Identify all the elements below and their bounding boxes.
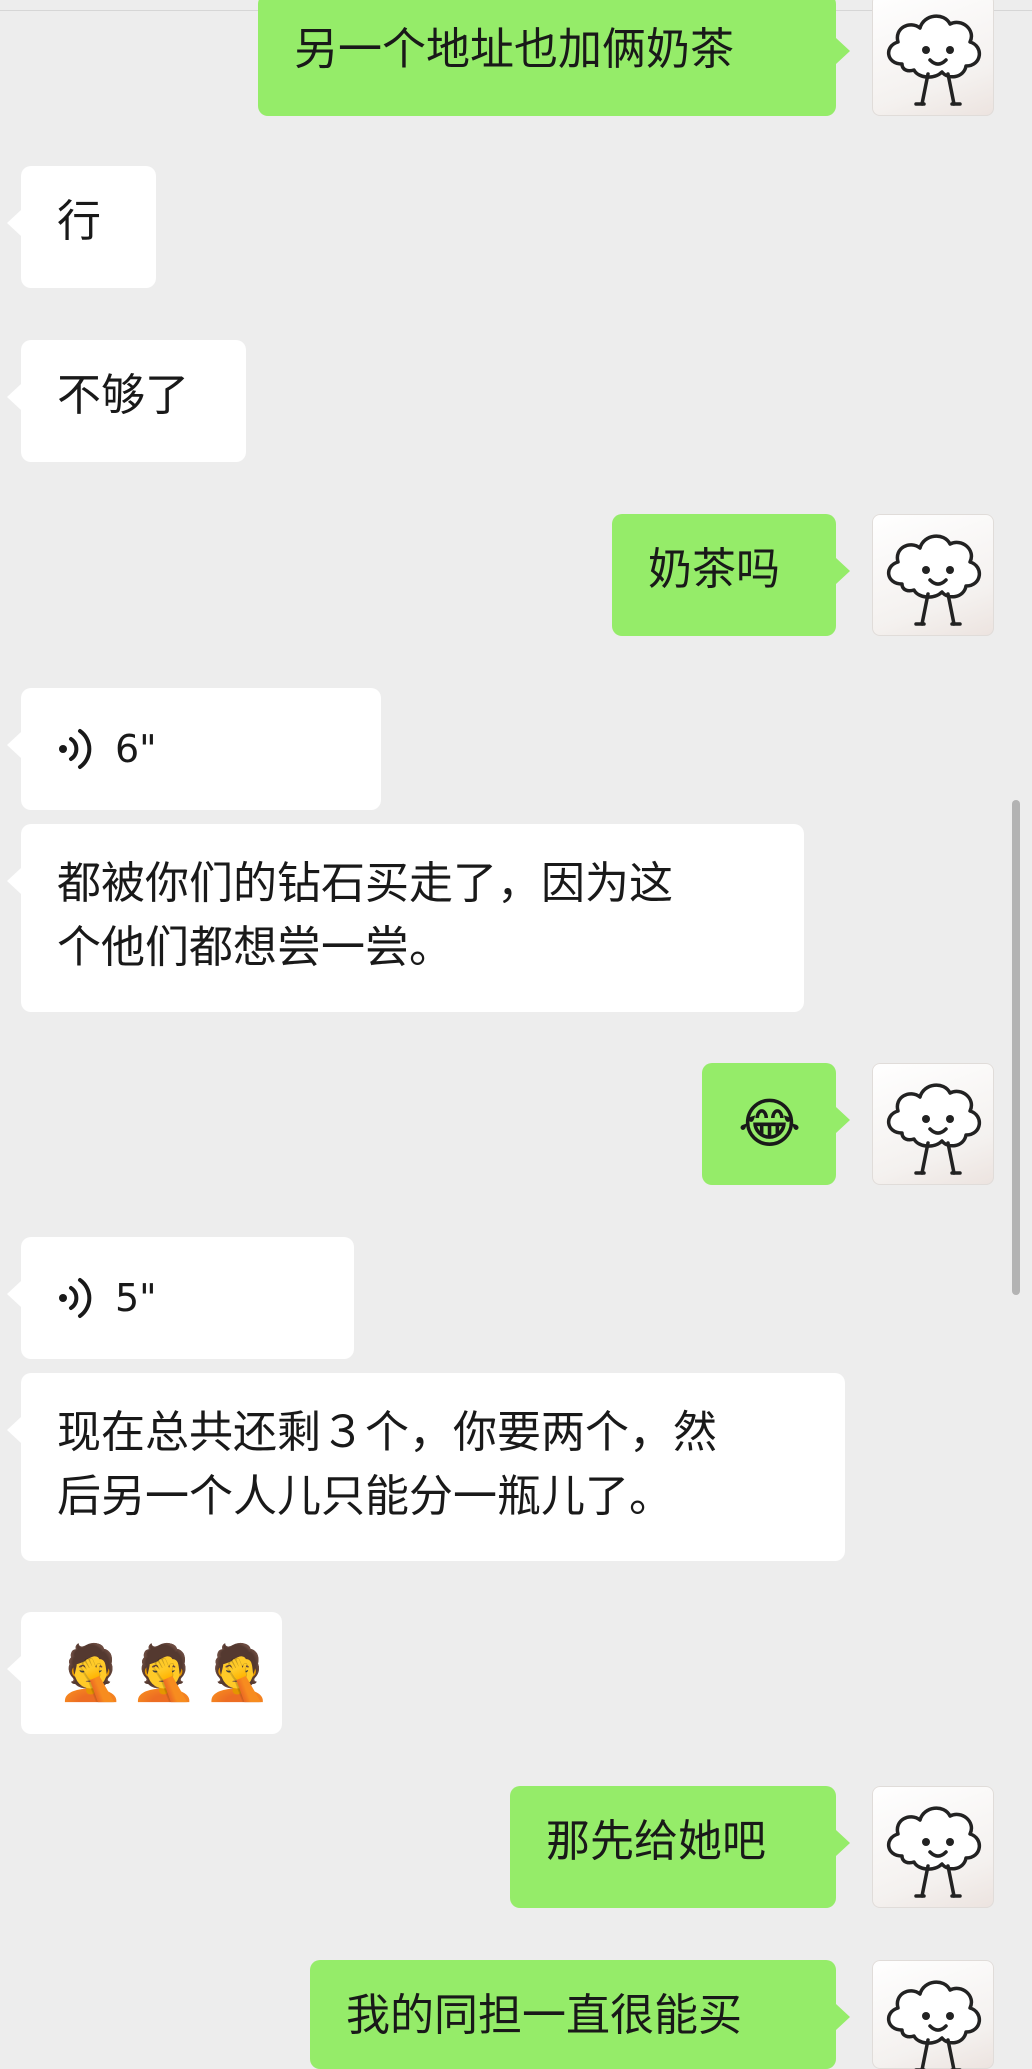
cloud-doodle-avatar-icon	[887, 1806, 981, 1898]
avatar[interactable]	[872, 0, 994, 116]
voice-message-bubble[interactable]: 6"	[7, 688, 381, 810]
message-bubble-incoming[interactable]: 不够了	[7, 340, 246, 462]
cloud-doodle-avatar-icon	[887, 1083, 981, 1175]
message-text: 不够了	[57, 370, 189, 421]
message-bubble-incoming[interactable]: 行	[7, 166, 156, 288]
avatar[interactable]	[872, 1960, 994, 2069]
voice-wave-icon	[59, 1278, 92, 1318]
message-text: 我的同担一直很能买	[346, 1990, 742, 2041]
message-text-line: 现在总共还剩３个，你要两个，然	[57, 1407, 717, 1458]
facepalm-emoji: 🤦	[203, 1641, 271, 1704]
avatar[interactable]	[872, 1063, 994, 1185]
voice-duration: 5"	[115, 1276, 157, 1320]
face-with-tears-of-joy-emoji: 😂	[738, 1092, 802, 1155]
scrollbar[interactable]	[1012, 800, 1020, 1295]
voice-wave-icon	[59, 729, 92, 769]
message-bubble-outgoing[interactable]: 那先给她吧	[510, 1786, 850, 1908]
message-bubble-outgoing[interactable]: 😂	[702, 1063, 850, 1185]
cloud-doodle-avatar-icon	[887, 1980, 981, 2069]
message-text-line: 个他们都想尝一尝。	[57, 922, 453, 973]
message-text-line: 都被你们的钻石买走了，因为这	[57, 858, 673, 909]
avatar[interactable]	[872, 514, 994, 636]
voice-message-bubble[interactable]: 5"	[7, 1237, 354, 1359]
avatar[interactable]	[872, 1786, 994, 1908]
voice-duration: 6"	[115, 727, 157, 771]
message-text-line: 后另一个人儿只能分一瓶儿了。	[57, 1471, 673, 1522]
message-text: 另一个地址也加俩奶茶	[294, 24, 734, 75]
message-bubble-incoming[interactable]: 🤦 🤦 🤦	[7, 1612, 282, 1734]
chat-area[interactable]: 另一个地址也加俩奶茶 行 不够了 奶茶吗 6" 都被你们的钻石买走了，因为这 个…	[0, 0, 1032, 2069]
message-text: 那先给她吧	[546, 1816, 766, 1867]
cloud-doodle-avatar-icon	[887, 534, 981, 626]
message-bubble-outgoing[interactable]: 我的同担一直很能买	[310, 1960, 850, 2069]
message-bubble-incoming[interactable]: 现在总共还剩３个，你要两个，然 后另一个人儿只能分一瓶儿了。	[7, 1373, 845, 1561]
facepalm-emoji: 🤦	[130, 1641, 198, 1704]
cloud-doodle-avatar-icon	[887, 14, 981, 106]
message-text: 行	[57, 196, 101, 247]
facepalm-emoji: 🤦	[57, 1641, 125, 1704]
message-text: 奶茶吗	[648, 544, 780, 595]
message-bubble-incoming[interactable]: 都被你们的钻石买走了，因为这 个他们都想尝一尝。	[7, 824, 804, 1012]
message-bubble-outgoing[interactable]: 奶茶吗	[612, 514, 850, 636]
message-bubble-outgoing[interactable]: 另一个地址也加俩奶茶	[258, 0, 850, 116]
